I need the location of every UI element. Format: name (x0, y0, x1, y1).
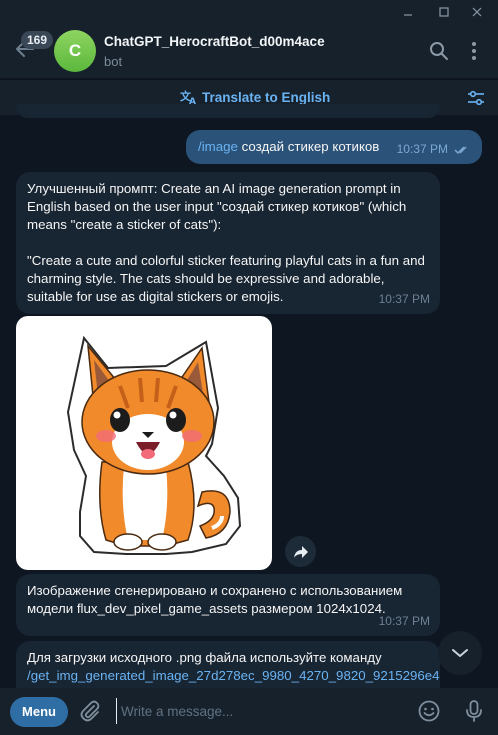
emoji-icon[interactable] (417, 699, 443, 725)
message-line: Для загрузки исходного .png файла исполь… (27, 650, 382, 665)
translate-button[interactable]: 文 A Translate to English (180, 89, 330, 105)
read-checks-icon (454, 146, 467, 155)
incoming-message-prompt[interactable]: Улучшенный промпт: Create an AI image ge… (16, 172, 440, 314)
message-line: Улучшенный промпт: Create an AI image ge… (27, 181, 401, 196)
chat-header: 169 C ChatGPT_HerocraftBot_d00m4ace bot (0, 24, 498, 78)
maximize-icon[interactable] (429, 0, 459, 24)
scroll-to-bottom-button[interactable] (438, 631, 482, 675)
message-line: English based on the user input "создай … (27, 199, 407, 214)
message-composer: Menu (0, 688, 498, 735)
chevron-down-icon (452, 649, 468, 657)
message-line: charming style. The cats should be expre… (27, 271, 385, 286)
message-time: 10:37 PM (396, 142, 448, 156)
translate-settings-icon[interactable] (466, 88, 486, 108)
incoming-message-info[interactable]: Изображение сгенерировано и сохранено с … (16, 574, 440, 636)
close-icon[interactable] (462, 0, 492, 24)
chat-title[interactable]: ChatGPT_HerocraftBot_d00m4ace (104, 34, 325, 49)
message-text: создай стикер котиков (237, 139, 380, 154)
message-input[interactable] (116, 698, 406, 724)
more-options-icon[interactable] (461, 38, 487, 64)
message-time: 10:37 PM (378, 292, 430, 306)
message-line: means "create a sticker of cats"): (27, 217, 222, 232)
download-command-link[interactable]: /get_img_generated_image_27d278ec_9980_4… (27, 667, 440, 685)
translate-label: Translate to English (202, 89, 331, 105)
sticker-image[interactable] (16, 316, 272, 570)
message-time: 10:37 PM (378, 614, 430, 628)
microphone-icon[interactable] (462, 699, 488, 725)
translate-icon: 文 A (180, 89, 196, 105)
forward-arrow-icon (293, 545, 308, 558)
paperclip-icon[interactable] (78, 699, 104, 725)
outgoing-message[interactable]: /image создай стикер котиков 10:37 PM (186, 130, 482, 164)
search-icon[interactable] (426, 38, 452, 64)
chat-status: bot (104, 54, 123, 69)
message-line: suitable for use as digital stickers or … (27, 289, 284, 304)
command-link[interactable]: /image (198, 139, 238, 154)
cat-sticker-illustration (66, 335, 242, 555)
message-bubble-partial (16, 104, 440, 118)
message-line: модели flux_dev_pixel_game_assets размер… (27, 601, 386, 616)
window-titlebar (0, 0, 498, 24)
message-line: "Create a cute and colorful sticker feat… (27, 253, 425, 268)
minimize-icon[interactable] (393, 0, 423, 24)
unread-count-badge: 169 (21, 31, 54, 49)
message-line: Изображение сгенерировано и сохранено с … (27, 583, 403, 598)
bot-menu-button[interactable]: Menu (10, 697, 68, 727)
avatar[interactable]: C (54, 30, 96, 72)
forward-button[interactable] (285, 536, 316, 567)
